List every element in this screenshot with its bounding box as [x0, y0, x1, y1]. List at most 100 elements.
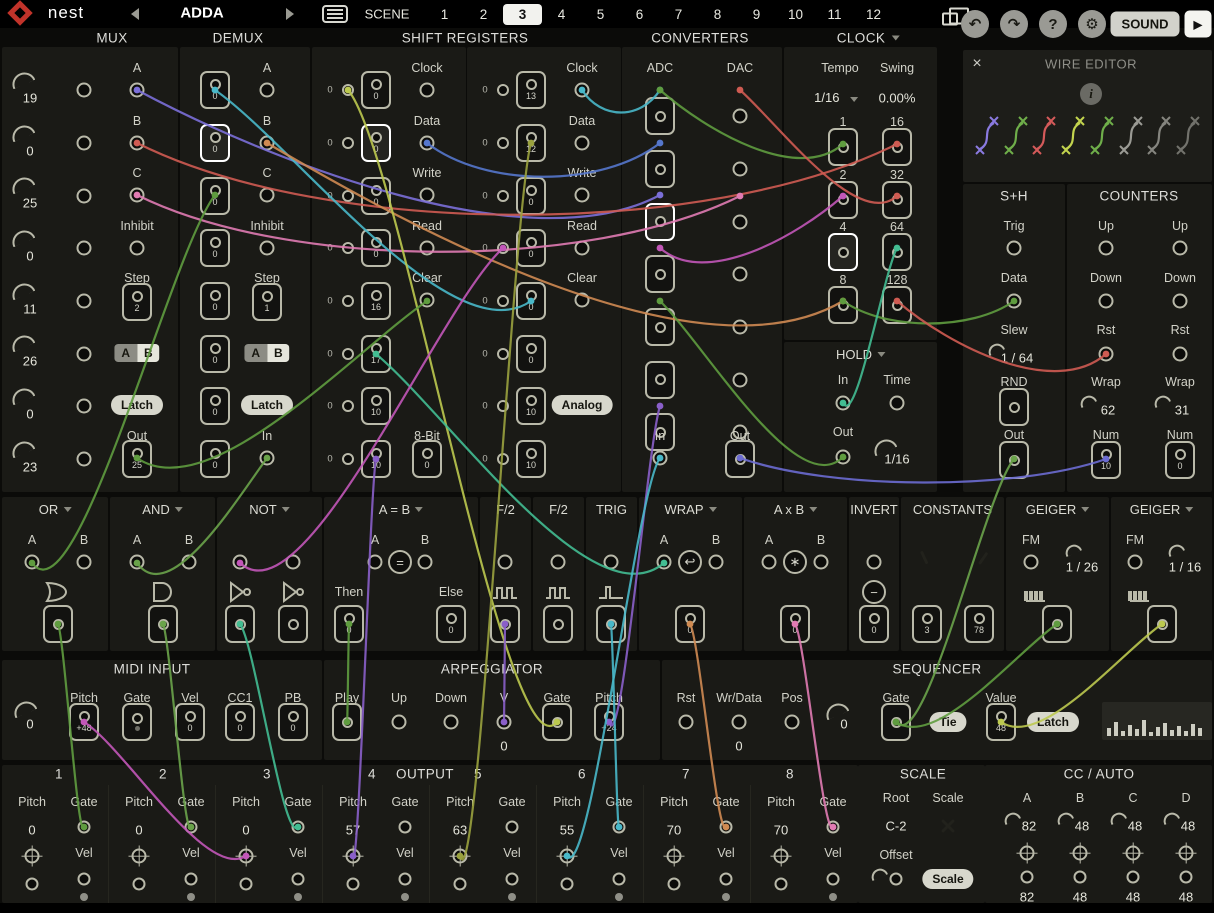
- offset-port[interactable]: [890, 873, 903, 886]
- arp-gate-port[interactable]: [542, 703, 572, 741]
- dac-bit-port[interactable]: [733, 372, 748, 387]
- dac-out-port[interactable]: [725, 440, 755, 478]
- shift1-read-port[interactable]: [420, 241, 435, 256]
- mux-input-slider[interactable]: [9, 174, 36, 195]
- axb-a-port[interactable]: [762, 555, 777, 570]
- shift1-write-port[interactable]: [420, 188, 435, 203]
- invert-out-port[interactable]: 0: [859, 605, 889, 643]
- counter1-up-port[interactable]: [1099, 241, 1114, 256]
- constant1-out-port[interactable]: 3: [912, 605, 942, 643]
- adc-bit-port[interactable]: [645, 97, 675, 135]
- mux-input-slider[interactable]: [9, 227, 36, 248]
- hold-in-port[interactable]: [836, 396, 851, 411]
- cc-out-port[interactable]: [1074, 871, 1087, 884]
- register-in-port[interactable]: [497, 348, 509, 360]
- register-in-port[interactable]: [497, 400, 509, 412]
- scene-tab[interactable]: 4: [542, 4, 581, 25]
- register-in-port[interactable]: [342, 84, 354, 96]
- constant2-out-port[interactable]: 78: [964, 605, 994, 643]
- demux-output-port[interactable]: 0: [200, 440, 230, 478]
- arp-down-port[interactable]: [444, 715, 459, 730]
- register-out-port[interactable]: 0: [361, 124, 391, 162]
- trig-out-port[interactable]: [596, 605, 626, 643]
- dac-bit-port[interactable]: [733, 320, 748, 335]
- demux-output-port[interactable]: 0: [200, 71, 230, 109]
- geiger-fm-port[interactable]: [1128, 555, 1143, 570]
- info-icon[interactable]: i: [1080, 83, 1102, 105]
- dac-bit-port[interactable]: [733, 109, 748, 124]
- sound-button[interactable]: SOUND: [1111, 12, 1180, 37]
- scene-tab[interactable]: 8: [698, 4, 737, 25]
- play-button[interactable]: ▶: [1185, 11, 1212, 38]
- shift2-write-port[interactable]: [575, 188, 590, 203]
- pitch-cv-port[interactable]: [774, 849, 789, 864]
- seq-pos-port[interactable]: [785, 715, 800, 730]
- demux-c-port[interactable]: [260, 188, 275, 203]
- cc-in-port[interactable]: [1020, 846, 1035, 861]
- register-in-port[interactable]: [342, 137, 354, 149]
- scene-tab[interactable]: 12: [854, 4, 893, 25]
- mux-b-port[interactable]: [130, 136, 145, 151]
- scale-button[interactable]: Scale: [922, 869, 973, 889]
- register-out-port[interactable]: 0: [516, 177, 546, 215]
- pitch-out-port[interactable]: [347, 878, 360, 891]
- scene-tab[interactable]: 6: [620, 4, 659, 25]
- gate-port[interactable]: [185, 821, 198, 834]
- register-out-port[interactable]: 0: [516, 282, 546, 320]
- wire-swatch-icon[interactable]: [1032, 114, 1056, 163]
- mux-input-port[interactable]: [77, 346, 92, 361]
- demux-in-port[interactable]: [260, 451, 275, 466]
- counter2-up-port[interactable]: [1173, 241, 1188, 256]
- not1-in-port[interactable]: [233, 555, 248, 570]
- redo-button[interactable]: ↷: [1000, 10, 1028, 38]
- pitch-out-port[interactable]: [26, 878, 39, 891]
- mux-input-port[interactable]: [77, 241, 92, 256]
- and-out-port[interactable]: [148, 605, 178, 643]
- cc-in-port[interactable]: [1073, 846, 1088, 861]
- mux-input-slider[interactable]: [9, 69, 36, 90]
- mux-input-slider[interactable]: [9, 437, 36, 458]
- sh-trig-port[interactable]: [1007, 241, 1022, 256]
- geiger-rate-slider[interactable]: [1166, 542, 1185, 557]
- wire-swatch-icon[interactable]: [1004, 114, 1028, 163]
- else-out-port[interactable]: 0: [436, 605, 466, 643]
- wire-swatch-icon[interactable]: [1061, 114, 1085, 163]
- cc-slider[interactable]: [1002, 810, 1021, 825]
- f2-out-port[interactable]: [543, 605, 573, 643]
- demux-output-port[interactable]: 0: [200, 387, 230, 425]
- register-in-port[interactable]: [497, 242, 509, 254]
- register-in-port[interactable]: [497, 453, 509, 465]
- register-in-port[interactable]: [497, 84, 509, 96]
- invert-in-port[interactable]: [867, 555, 882, 570]
- register-out-port[interactable]: 0: [516, 229, 546, 267]
- adc-bit-port[interactable]: [645, 150, 675, 188]
- mux-ab-toggle[interactable]: AB: [114, 344, 159, 362]
- vel-port[interactable]: [185, 873, 198, 886]
- vel-port[interactable]: [613, 873, 626, 886]
- pitch-out-port[interactable]: [668, 878, 681, 891]
- shift1-clear-port[interactable]: [420, 293, 435, 308]
- axb-b-port[interactable]: [814, 555, 829, 570]
- register-in-port[interactable]: [342, 348, 354, 360]
- hold-header[interactable]: HOLD: [836, 347, 885, 362]
- not2-out-port[interactable]: [278, 605, 308, 643]
- register-out-port[interactable]: 17: [361, 335, 391, 373]
- trig-in-port[interactable]: [604, 555, 619, 570]
- undo-button[interactable]: ↶: [961, 10, 989, 38]
- demux-a-port[interactable]: [260, 83, 275, 98]
- scene-tab[interactable]: 7: [659, 4, 698, 25]
- wire-swatch-icon[interactable]: [1147, 114, 1171, 163]
- register-out-port[interactable]: 16: [361, 282, 391, 320]
- pitch-out-port[interactable]: [561, 878, 574, 891]
- gate-port[interactable]: [399, 821, 412, 834]
- menu-icon[interactable]: [322, 5, 348, 23]
- pitch-out-port[interactable]: [454, 878, 467, 891]
- demux-output-port[interactable]: 0: [200, 282, 230, 320]
- demux-latch-button[interactable]: Latch: [241, 395, 293, 415]
- register-out-port[interactable]: 10: [361, 387, 391, 425]
- shift1-data-port[interactable]: [420, 136, 435, 151]
- dac-bit-port[interactable]: [733, 162, 748, 177]
- not2-in-port[interactable]: [286, 555, 301, 570]
- scene-tab[interactable]: 3: [503, 4, 542, 25]
- scene-tab[interactable]: 1: [425, 4, 464, 25]
